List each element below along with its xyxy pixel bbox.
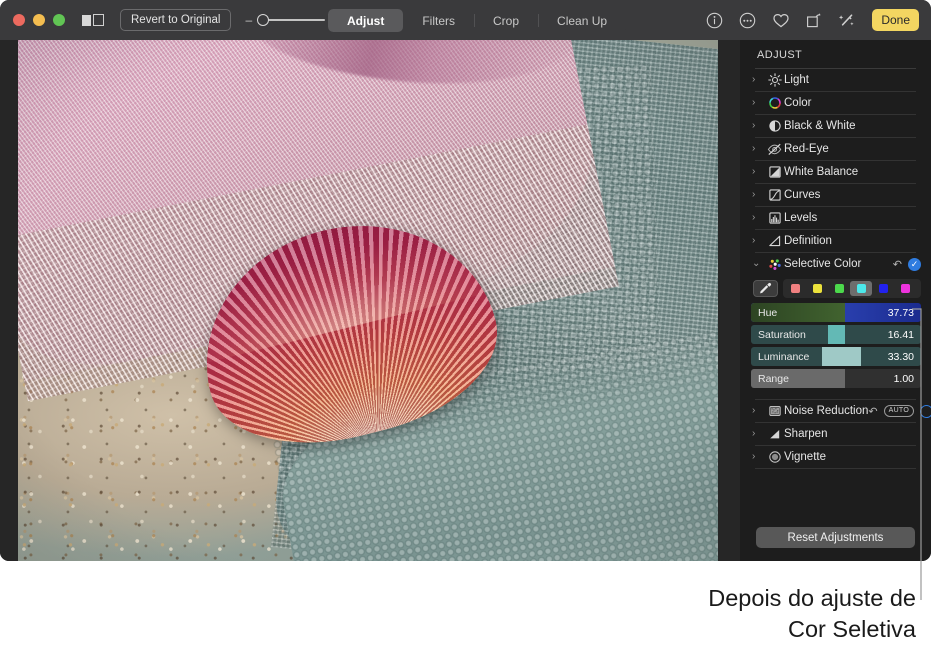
caption-line-1: Depois do ajuste de xyxy=(496,583,916,614)
figure-caption: Depois do ajuste de Cor Seletiva xyxy=(496,583,916,645)
caption-line-2: Cor Seletiva xyxy=(496,614,916,645)
screenshot-root: Revert to Original – + Adjust Filters Cr… xyxy=(0,0,931,660)
callout-leader-line xyxy=(0,0,931,660)
